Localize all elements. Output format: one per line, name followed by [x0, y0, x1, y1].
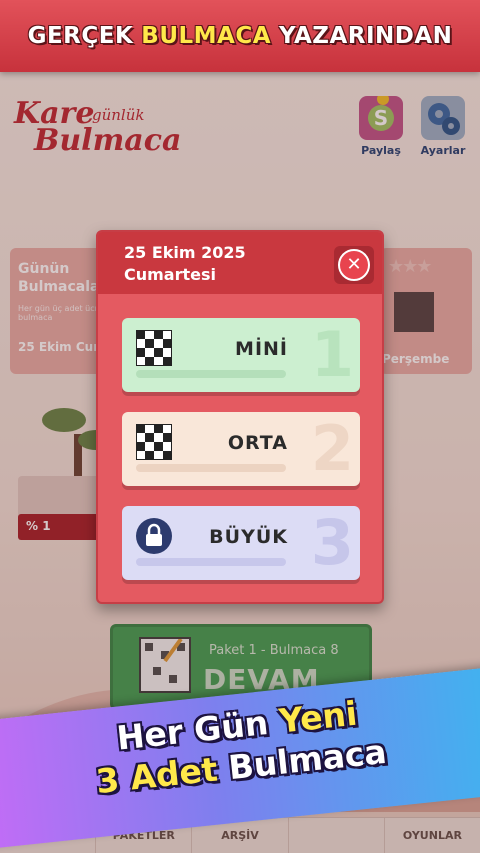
modal-date-line-2: Cumartesi	[124, 265, 216, 284]
date-puzzle-modal: 25 Ekim 2025 Cumartesi ✕ 1 MİNİ 2 ORTA 3…	[96, 230, 384, 604]
banner-word-2: BULMACA	[141, 23, 272, 49]
modal-date: 25 Ekim 2025 Cumartesi	[124, 242, 246, 286]
option-mini-button[interactable]: 1 MİNİ	[122, 318, 360, 392]
option-mini-label: MİNİ	[235, 338, 288, 360]
lock-icon	[136, 518, 172, 554]
option-buyuk-progress	[136, 558, 286, 566]
option-mini-progress	[136, 370, 286, 378]
close-button[interactable]: ✕	[334, 246, 374, 284]
option-orta-number: 2	[310, 412, 354, 485]
checker-grid-icon	[136, 424, 172, 460]
modal-date-line-1: 25 Ekim 2025	[124, 243, 246, 262]
option-buyuk-label: BÜYÜK	[209, 526, 288, 548]
close-icon: ✕	[338, 249, 370, 281]
option-orta-label: ORTA	[227, 432, 288, 454]
banner-word-1: GERÇEK	[27, 23, 134, 49]
option-buyuk-number: 3	[310, 506, 354, 579]
promo-yeni: Yeni	[277, 693, 359, 741]
checker-grid-icon	[136, 330, 172, 366]
option-buyuk-button[interactable]: 3 BÜYÜK	[122, 506, 360, 580]
option-orta-button[interactable]: 2 ORTA	[122, 412, 360, 486]
option-orta-progress	[136, 464, 286, 472]
modal-header: 25 Ekim 2025 Cumartesi ✕	[98, 232, 382, 294]
top-promo-banner: GERÇEK BULMACA YAZARINDAN	[0, 0, 480, 72]
option-mini-number: 1	[310, 318, 354, 391]
banner-word-3: YAZARINDAN	[279, 23, 453, 49]
